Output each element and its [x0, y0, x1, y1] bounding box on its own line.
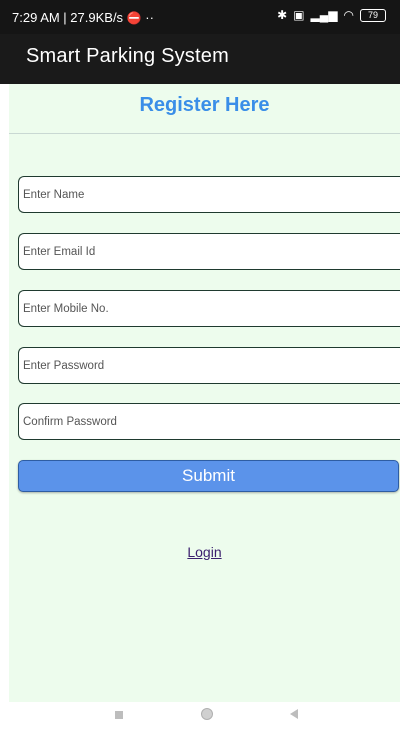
data-saver-icon: ⛔	[126, 11, 142, 25]
status-left: 7:29 AM | 27.9KB/s ⛔ ··	[12, 10, 154, 25]
password-input[interactable]	[19, 348, 400, 383]
register-form: Register Here Submit Login	[9, 84, 400, 702]
name-field-container	[18, 176, 400, 213]
login-link[interactable]: Login	[9, 544, 400, 560]
password-field-container	[18, 347, 400, 384]
confirm-password-field-container	[18, 403, 400, 440]
status-bar: 7:29 AM | 27.9KB/s ⛔ ·· ✱ ▣ ▂▄▆ ◠ 79	[0, 0, 400, 34]
volte-icon: ▣	[293, 8, 305, 22]
submit-button[interactable]: Submit	[18, 460, 399, 492]
confirm-password-input[interactable]	[19, 404, 400, 439]
wifi-icon: ◠	[343, 8, 354, 22]
email-field-container	[18, 233, 400, 270]
login-link-label[interactable]: Login	[187, 544, 221, 560]
status-more: ··	[145, 10, 154, 25]
app-bar: Smart Parking System	[0, 34, 400, 84]
app-title: Smart Parking System	[26, 45, 229, 67]
divider	[9, 133, 400, 134]
bluetooth-icon: ✱	[277, 8, 288, 22]
email-input[interactable]	[19, 234, 400, 269]
battery-icon: 79	[360, 8, 386, 22]
mobile-field-container	[18, 290, 400, 327]
navigation-bar	[0, 702, 400, 730]
back-icon[interactable]	[290, 709, 298, 719]
mobile-input[interactable]	[19, 291, 400, 326]
name-input[interactable]	[19, 177, 400, 212]
signal-icon: ▂▄▆	[310, 8, 338, 22]
recent-apps-icon[interactable]	[115, 711, 123, 719]
home-icon[interactable]	[201, 708, 213, 720]
page-title: Register Here	[139, 94, 270, 116]
status-time: 7:29 AM | 27.9KB/s	[12, 10, 124, 25]
status-right: ✱ ▣ ▂▄▆ ◠ 79	[277, 8, 386, 22]
